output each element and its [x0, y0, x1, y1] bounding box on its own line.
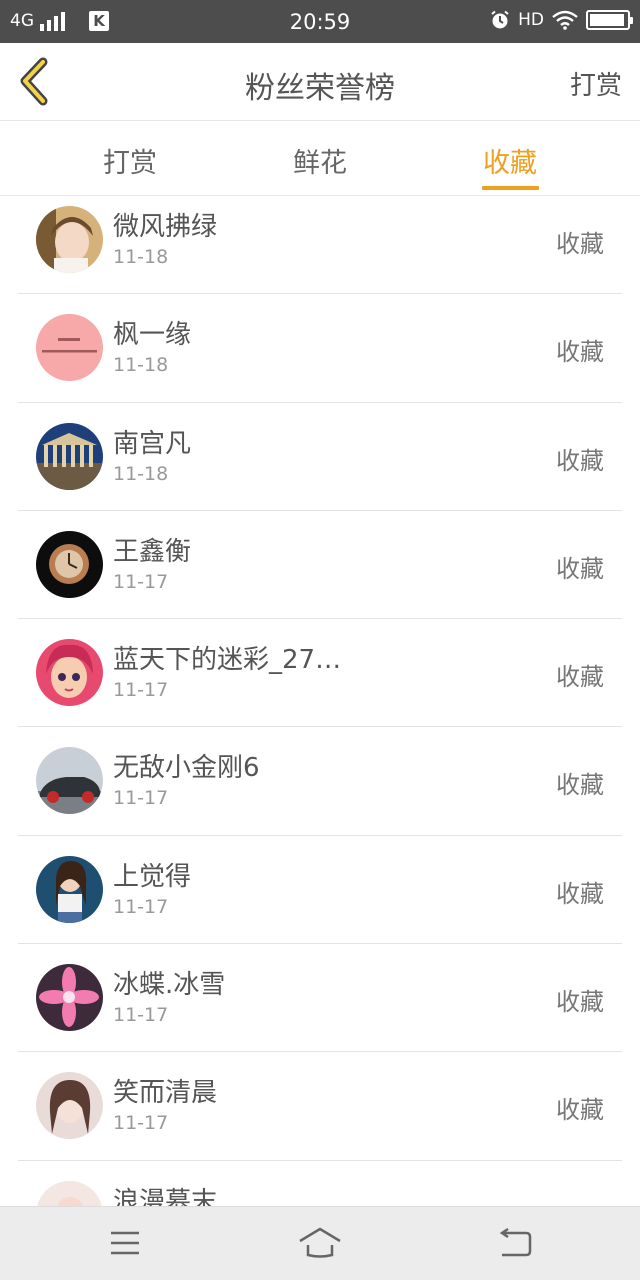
alarm-icon	[491, 10, 509, 29]
avatar-girl-portrait	[36, 1072, 103, 1140]
page-title: 粉丝荣誉榜	[245, 71, 395, 106]
avatar	[36, 964, 103, 1032]
avatar	[36, 206, 103, 273]
list-item-action: 收藏	[556, 988, 604, 1017]
avatar-girl-photo	[36, 206, 103, 273]
list-item[interactable]: 蓝天下的迷彩_27… 11-17 收藏	[18, 619, 622, 728]
list-item-date: 11-17	[113, 570, 169, 593]
list-item-name: 笑而清晨	[113, 1078, 218, 1109]
list-item-name: 王鑫衡	[113, 536, 192, 567]
status-bar: 4G K 20:59 HD	[0, 0, 640, 43]
list-item-date: 11-17	[113, 1112, 169, 1135]
list-item-name: 枫一缘	[113, 320, 192, 351]
avatar-temple-ruins	[36, 422, 103, 490]
tab-bar: 打赏 鲜花 收藏	[0, 121, 640, 196]
tab-active-indicator	[482, 186, 539, 190]
list-item-date: 11-18	[113, 354, 169, 377]
list-item-action: 收藏	[556, 1199, 604, 1206]
list-item-action: 收藏	[556, 1096, 604, 1125]
list-item-name: 冰蝶.冰雪	[113, 970, 226, 1001]
avatar-pink-flower	[36, 964, 103, 1032]
fan-list[interactable]: 微风拂绿 11-18 收藏 枫一缘 11-18 收藏 南宫凡 11-18 收藏 …	[0, 196, 640, 1206]
list-item-name: 微风拂绿	[113, 212, 218, 242]
list-item[interactable]: 浪漫慕末 收藏	[18, 1161, 622, 1206]
reward-button[interactable]: 打赏	[570, 65, 622, 102]
list-item-date: 11-17	[113, 1004, 169, 1027]
avatar	[36, 530, 103, 598]
list-item[interactable]: 笑而清晨 11-17 收藏	[18, 1052, 622, 1161]
avatar	[36, 1072, 103, 1140]
avatar	[36, 747, 103, 815]
list-item-action: 收藏	[556, 446, 604, 475]
list-item-date: 11-18	[113, 246, 169, 268]
list-item[interactable]: 南宫凡 11-18 收藏	[18, 403, 622, 511]
battery-icon	[586, 10, 633, 30]
avatar-woman-photo	[36, 855, 103, 923]
list-item-name: 浪漫慕末	[113, 1186, 218, 1206]
list-item-action: 收藏	[556, 879, 604, 908]
menu-icon[interactable]	[105, 1225, 145, 1261]
list-item[interactable]: 微风拂绿 11-18 收藏	[18, 196, 622, 295]
list-item[interactable]: 上觉得 11-17 收藏	[18, 836, 622, 945]
list-item-name: 蓝天下的迷彩_27…	[113, 645, 342, 676]
tab-flowers[interactable]: 鲜花	[260, 141, 380, 180]
list-item-action: 收藏	[556, 338, 604, 367]
header: 粉丝荣誉榜 打赏	[0, 43, 640, 121]
avatar	[36, 314, 103, 382]
avatar	[36, 1180, 103, 1206]
list-item-date: 11-18	[113, 462, 169, 485]
list-item-date: 11-17	[113, 679, 169, 702]
list-item-name: 无敌小金刚6	[113, 753, 260, 784]
list-item-action: 收藏	[556, 663, 604, 692]
list-item-action: 收藏	[556, 554, 604, 583]
list-item-date: 11-17	[113, 895, 169, 918]
avatar-light-photo	[36, 1180, 103, 1206]
avatar	[36, 639, 103, 707]
avatar-sports-car	[36, 747, 103, 815]
list-item-name: 上觉得	[113, 861, 192, 892]
avatar-cartoon-girl	[36, 639, 103, 707]
wifi-icon	[552, 10, 578, 30]
list-item-name: 南宫凡	[113, 428, 192, 459]
back-icon[interactable]	[496, 1225, 536, 1261]
list-item-date: 11-17	[113, 787, 169, 810]
list-item[interactable]: 无敌小金刚6 11-17 收藏	[18, 727, 622, 836]
avatar-watch	[36, 530, 103, 598]
avatar-pink-text-card	[36, 314, 103, 382]
home-icon[interactable]	[298, 1225, 342, 1261]
tab-reward[interactable]: 打赏	[70, 141, 190, 180]
hd-indicator: HD	[518, 10, 544, 30]
list-item[interactable]: 枫一缘 11-18 收藏	[18, 294, 622, 403]
status-right: HD	[490, 8, 633, 32]
battery-level	[590, 14, 625, 26]
list-item[interactable]: 王鑫衡 11-17 收藏	[18, 511, 622, 620]
tab-favorites[interactable]: 收藏	[450, 141, 570, 180]
avatar	[36, 422, 103, 490]
avatar	[36, 855, 103, 923]
list-item-action: 收藏	[556, 771, 604, 800]
list-item-action: 收藏	[556, 230, 604, 258]
system-nav-bar	[0, 1206, 640, 1280]
list-item[interactable]: 冰蝶.冰雪 11-17 收藏	[18, 944, 622, 1053]
